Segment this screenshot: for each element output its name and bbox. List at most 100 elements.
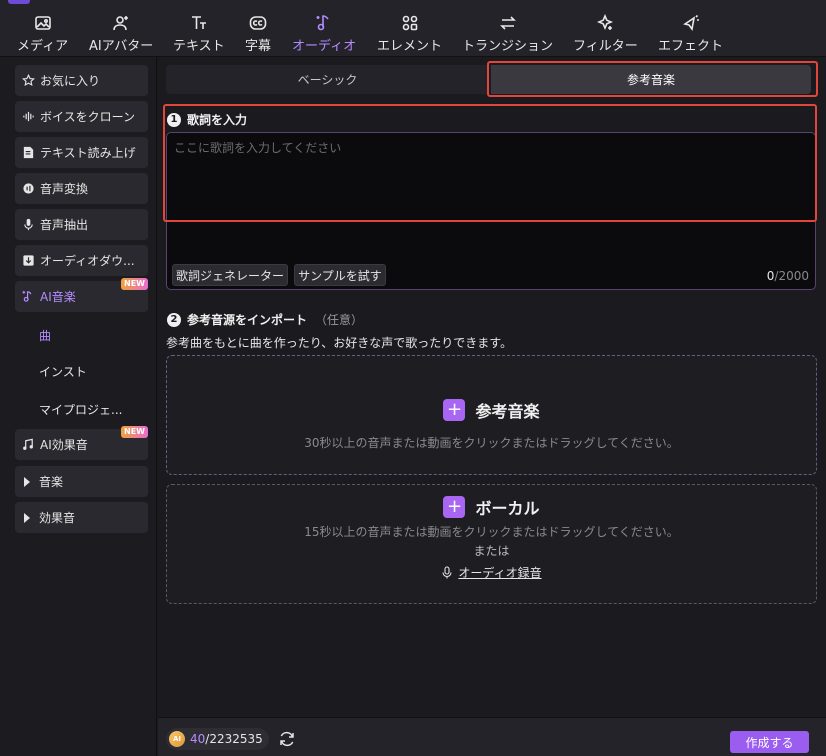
tab-element[interactable]: エレメント (377, 14, 442, 56)
sidebar-item-ai-music[interactable]: AI音楽 NEW (15, 278, 148, 312)
sidebar-item-label: ボイスをクローン (40, 110, 136, 124)
char-counter: 0/2000 (767, 269, 809, 283)
char-count-max: /2000 (774, 269, 809, 283)
ai-sfx-icon (23, 438, 33, 450)
filter-icon (597, 14, 614, 31)
sidebar-item-label: 音声抽出 (40, 218, 89, 232)
step1-title: 1 歌詞を入力 (167, 111, 247, 128)
sidebar-item-voice-change[interactable]: 音声変換 (15, 173, 148, 204)
caption-icon (249, 16, 267, 30)
sidebar-item-favorites[interactable]: お気に入り (15, 65, 148, 96)
tab-text[interactable]: テキスト (173, 14, 225, 56)
credits-total: /2232535 (205, 732, 263, 746)
tab-basic[interactable]: ベーシック (166, 65, 489, 94)
star-icon (22, 74, 35, 87)
lyrics-input[interactable] (167, 133, 815, 253)
sidebar-item-audio-extract[interactable]: 音声抽出 (15, 209, 148, 240)
sidebar-item-label: AI効果音 (40, 438, 88, 452)
sidebar-item-voice-clone[interactable]: ボイスをクローン (15, 101, 148, 132)
tab-label: オーディオ (292, 39, 357, 54)
tab-media[interactable]: メディア (17, 14, 68, 56)
audio-note-icon (316, 15, 329, 31)
tab-caption[interactable]: 字幕 (245, 14, 271, 56)
vocal-dropzone-title: + ボーカル (167, 495, 816, 519)
sidebar-item-label: AI音楽 (40, 290, 76, 304)
step2-title-text: 参考音源をインポート (187, 313, 308, 327)
credits-used: 40 (190, 732, 206, 746)
tab-label: メディア (17, 39, 69, 54)
tab-label: 字幕 (245, 39, 272, 54)
sidebar-subitem-instrumental[interactable]: インスト (39, 363, 87, 380)
top-toolbar: メディア AIアバター テキスト 字幕 オーディオ エレメント トランジション … (0, 0, 826, 57)
tab-label: テキスト (173, 39, 225, 54)
microphone-icon (442, 566, 452, 579)
reference-dropzone-title-text: 参考音楽 (475, 402, 540, 421)
vocal-dropzone-hint: 15秒以上の音声または動画をクリックまたはドラッグしてください。 (304, 525, 679, 539)
create-button[interactable]: 作成する (730, 731, 809, 753)
tab-audio[interactable]: オーディオ (292, 14, 356, 56)
step-number-badge: 2 (167, 312, 181, 327)
text-to-speech-icon (23, 146, 34, 159)
sidebar-item-text-to-speech[interactable]: テキスト読み上げ (15, 137, 148, 168)
main-panel: ベーシック 参考音楽 1 歌詞を入力 歌詞ジェネレーター サンプルを試す 0/2… (158, 57, 826, 756)
ai-music-icon (22, 290, 32, 302)
reference-dropzone-title: + 参考音楽 (167, 398, 816, 422)
sidebar-item-label: オーディオダウ... (40, 254, 135, 268)
lyrics-generator-button[interactable]: 歌詞ジェネレーター (172, 264, 288, 286)
sidebar-item-label: お気に入り (40, 74, 101, 88)
new-badge: NEW (121, 278, 148, 290)
caret-right-icon (24, 476, 30, 487)
audio-record-link[interactable]: オーディオ録音 (167, 564, 816, 581)
tab-label: フィルター (573, 39, 638, 54)
new-badge: NEW (121, 426, 148, 438)
lyrics-box: 歌詞ジェネレーター サンプルを試す 0/2000 (166, 132, 816, 290)
vocal-dropzone[interactable]: + ボーカル 15秒以上の音声または動画をクリックまたはドラッグしてください。 … (166, 484, 817, 604)
app-accent-bar (8, 0, 30, 4)
tab-label: AIアバター (89, 39, 154, 54)
refresh-icon[interactable] (278, 730, 296, 748)
sidebar-item-sound-effects[interactable]: 効果音 (15, 502, 148, 533)
reference-dropzone-hint: 30秒以上の音声または動画をクリックまたはドラッグしてください。 (304, 436, 679, 450)
element-icon (402, 15, 417, 31)
tab-label: トランジション (462, 39, 554, 54)
sidebar-item-ai-sound-effect[interactable]: AI効果音 NEW (15, 426, 148, 460)
avatar-icon (113, 16, 129, 31)
optional-label: （任意） (315, 313, 364, 327)
sidebar-subitem-song[interactable]: 曲 (39, 327, 51, 344)
step-number-badge: 1 (167, 112, 181, 127)
reference-music-dropzone[interactable]: + 参考音楽 30秒以上の音声または動画をクリックまたはドラッグしてください。 (166, 355, 817, 475)
media-icon (34, 16, 51, 30)
sidebar-subitem-my-projects[interactable]: マイプロジェ... (39, 401, 122, 418)
download-icon (23, 255, 34, 266)
effect-icon (682, 14, 699, 31)
audio-record-link-text: オーディオ録音 (458, 566, 542, 580)
transition-icon (499, 16, 516, 30)
text-icon (191, 16, 206, 29)
tab-label: エレメント (377, 39, 443, 54)
sidebar: お気に入り ボイスをクローン テキスト読み上げ 音声変換 音声抽出 オーディオダ… (0, 57, 157, 756)
step2-title: 2 参考音源をインポート （任意） (167, 311, 363, 328)
try-sample-button[interactable]: サンプルを試す (294, 264, 386, 286)
ai-coin-icon: AI (169, 731, 185, 747)
caret-right-icon (24, 512, 30, 523)
plus-icon: + (443, 496, 466, 518)
sidebar-item-label: テキスト読み上げ (40, 146, 136, 160)
sidebar-item-music[interactable]: 音楽 (15, 466, 148, 497)
waveform-icon (23, 111, 34, 122)
credits-display: AI 40 /2232535 (166, 728, 269, 750)
vocal-dropzone-title-text: ボーカル (475, 499, 540, 518)
step2-description: 参考曲をもとに曲を作ったり、お好きな声で歌ったりできます。 (166, 336, 513, 350)
plus-icon: + (443, 399, 466, 421)
tab-ai-avatar[interactable]: AIアバター (89, 14, 153, 56)
sidebar-item-label: 音楽 (39, 475, 64, 489)
tab-filter[interactable]: フィルター (573, 14, 638, 56)
microphone-icon (24, 218, 33, 231)
voice-change-icon (23, 183, 34, 194)
sidebar-item-audio-download[interactable]: オーディオダウ... (15, 245, 148, 276)
tab-reference-music[interactable]: 参考音楽 (491, 65, 811, 94)
or-text: または (473, 544, 510, 558)
sidebar-item-label: 効果音 (39, 511, 76, 525)
step1-title-text: 歌詞を入力 (187, 113, 248, 127)
tab-effect[interactable]: エフェクト (658, 14, 723, 56)
tab-transition[interactable]: トランジション (462, 14, 553, 56)
